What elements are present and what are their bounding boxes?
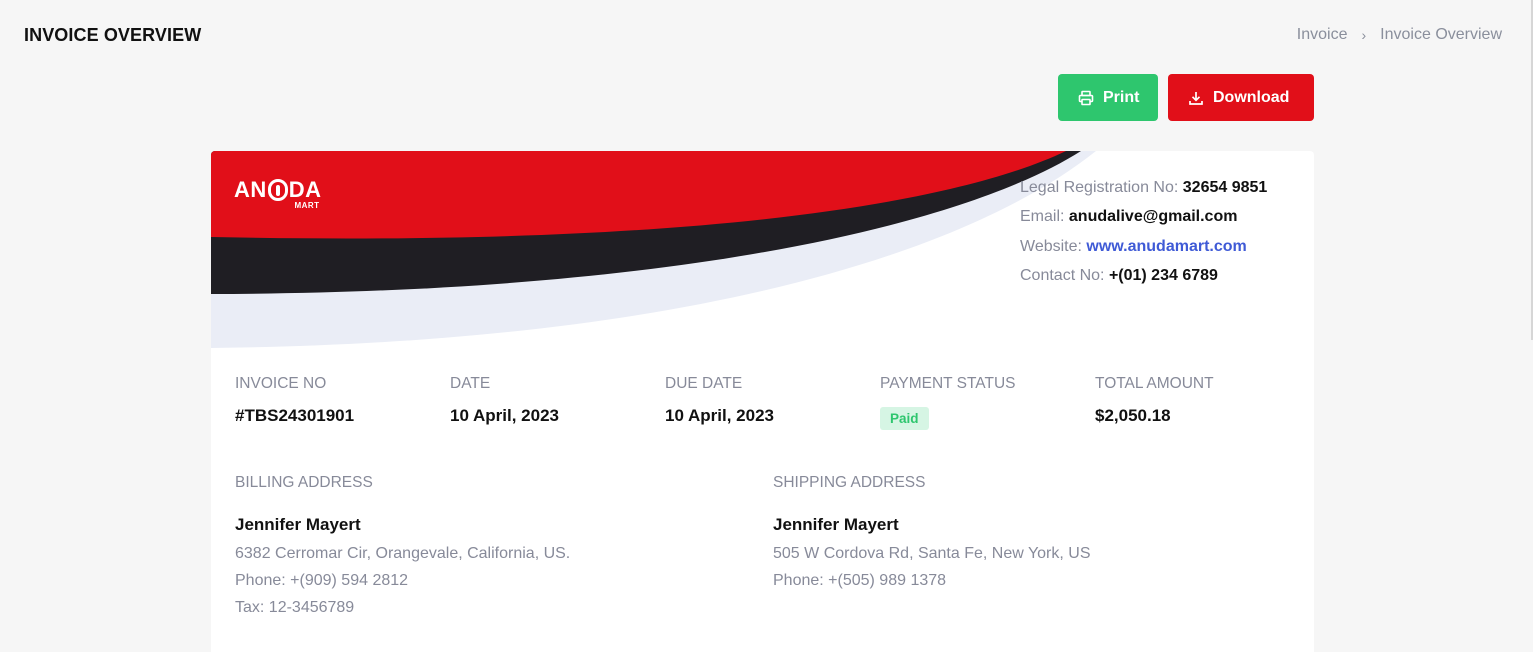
website-row: Website: www.anudamart.com [1020,232,1267,261]
registration-label: Legal Registration No: [1020,179,1179,196]
due-date-field: DUE DATE 10 April, 2023 [665,375,880,430]
invoice-date-label: DATE [450,375,491,392]
breadcrumb-item-invoice[interactable]: Invoice [1297,26,1348,44]
invoice-number-value: #TBS24301901 [235,406,355,425]
billing-address: BILLING ADDRESS Jennifer Mayert 6382 Cer… [235,474,773,617]
due-date-value: 10 April, 2023 [665,406,774,425]
invoice-overview-page: INVOICE OVERVIEW Invoice › Invoice Overv… [0,0,1533,652]
contact-label: Contact No: [1020,266,1105,284]
status-badge: Paid [880,407,929,430]
shipping-address-line: 505 W Cordova Rd, Santa Fe, New York, US [773,545,1091,562]
company-info: Legal Registration No: 32654 9851 Email:… [1020,173,1267,290]
chevron-right-icon: › [1361,27,1367,43]
invoice-date-value: 10 April, 2023 [450,406,559,425]
website-link[interactable]: www.anudamart.com [1086,238,1246,255]
printer-icon [1078,90,1094,106]
breadcrumb-item-invoice-overview: Invoice Overview [1380,26,1502,43]
total-amount-label: TOTAL AMOUNT [1095,375,1214,392]
logo-text-start: AN [234,177,267,202]
download-button-label: Download [1213,88,1290,106]
billing-address-label: BILLING ADDRESS [235,474,373,491]
contact-row: Contact No: +(01) 234 6789 [1020,261,1267,290]
billing-address-line: 6382 Cerromar Cir, Orangevale, Californi… [235,545,571,562]
invoice-actions: Print Download [1058,74,1314,121]
invoice-date-field: DATE 10 April, 2023 [450,375,665,430]
logo-text-end: DA [288,177,322,202]
email-row: Email: anudalive@gmail.com [1020,202,1267,231]
shipping-name: Jennifer Mayert [773,515,899,534]
payment-status-label: PAYMENT STATUS [880,375,1016,392]
invoice-meta: INVOICE NO #TBS24301901 DATE 10 April, 2… [235,375,1310,430]
invoice-card: AN DA MART Legal Registration No: 32654 … [211,151,1314,652]
email-value: anudalive@gmail.com [1068,208,1238,226]
shipping-address: SHIPPING ADDRESS Jennifer Mayert 505 W C… [773,474,1311,617]
total-amount-value: $2,050.18 [1095,406,1171,425]
billing-tax: Tax: 12-3456789 [235,599,355,616]
invoice-number-field: INVOICE NO #TBS24301901 [235,375,450,430]
due-date-label: DUE DATE [665,375,743,392]
print-button[interactable]: Print [1058,74,1158,121]
registration-row: Legal Registration No: 32654 9851 [1020,173,1267,202]
print-button-label: Print [1103,88,1140,106]
total-amount-field: TOTAL AMOUNT $2,050.18 [1095,375,1310,430]
shipping-phone: Phone: +(505) 989 1378 [773,572,947,589]
email-label: Email: [1020,208,1065,226]
payment-status-field: PAYMENT STATUS Paid [880,375,1095,430]
invoice-number-label: INVOICE NO [235,375,327,392]
website-label: Website: [1020,237,1082,255]
download-icon [1188,90,1204,106]
breadcrumb: Invoice › Invoice Overview [1297,26,1502,44]
page-title: INVOICE OVERVIEW [24,25,202,45]
contact-value: +(01) 234 6789 [1108,266,1218,284]
brand-logo: AN DA MART [234,177,322,210]
download-button[interactable]: Download [1168,74,1314,121]
addresses: BILLING ADDRESS Jennifer Mayert 6382 Cer… [235,474,1311,617]
billing-name: Jennifer Mayert [235,515,361,534]
registration-value: 32654 9851 [1182,179,1268,196]
billing-phone: Phone: +(909) 594 2812 [235,572,409,589]
shipping-address-label: SHIPPING ADDRESS [773,474,926,491]
logo-u-mark-icon [267,179,288,201]
